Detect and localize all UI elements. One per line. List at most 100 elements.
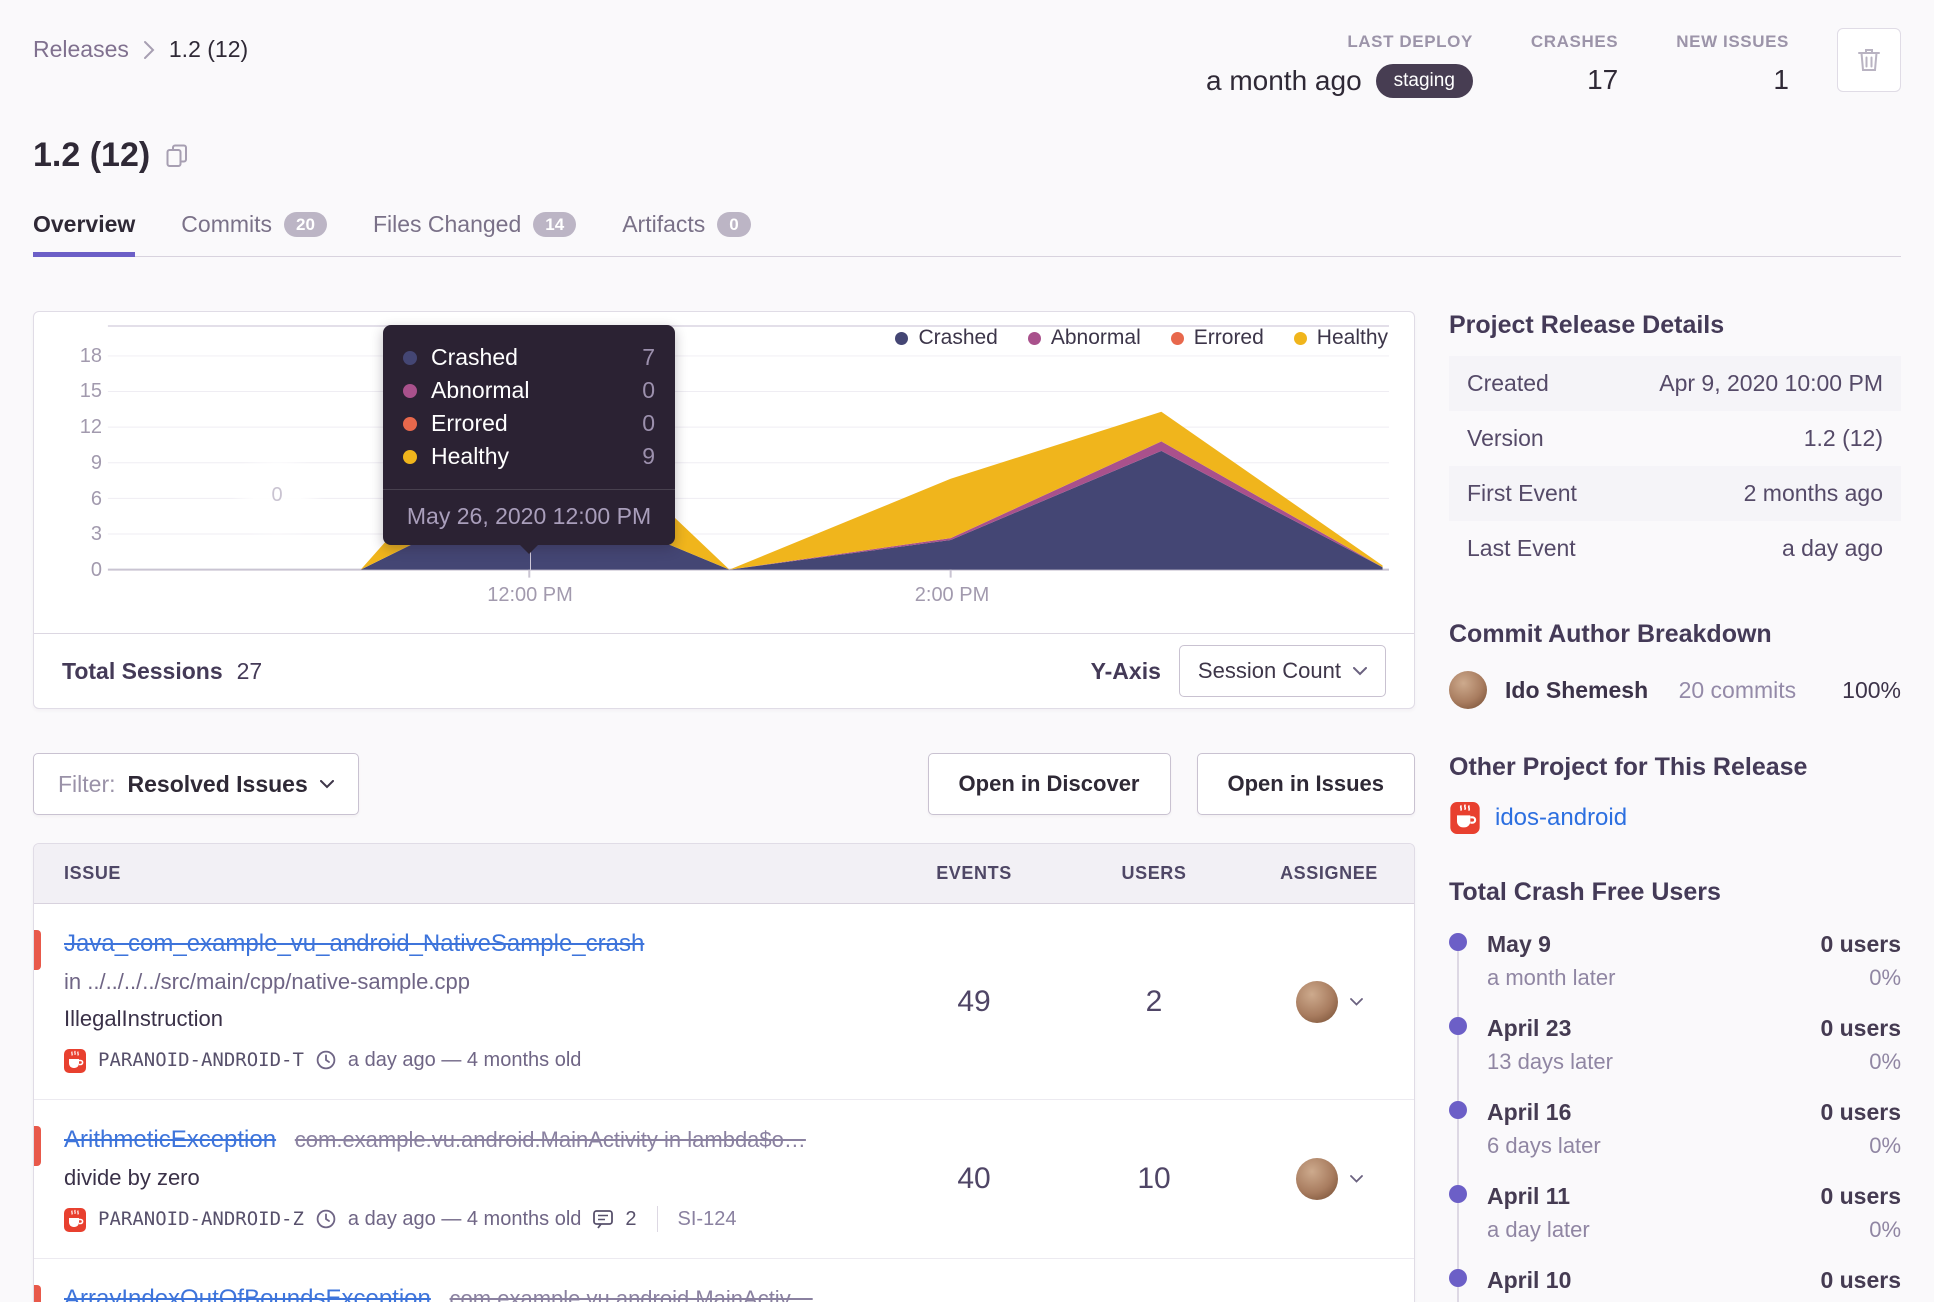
column-users: USERS [1121,863,1187,883]
tab-commits[interactable]: Commits 20 [181,211,327,256]
page-title: 1.2 (12) [33,136,151,174]
tooltip-row-abnormal: Abnormal 0 [403,374,655,407]
timeline-item: April 23 13 days later 0 users 0% [1449,1015,1901,1099]
issue-title-link[interactable]: ArrayIndexOutOfBoundsException [64,1285,431,1302]
errored-dot-icon [403,416,417,431]
last-deploy-value: a month ago [1205,65,1362,96]
issue-age: a day ago — 4 months old [347,1207,582,1230]
unresolved-level-bar [34,1285,41,1302]
issue-short-id: SI-124 [677,1207,737,1230]
environment-badge: staging [1375,64,1473,98]
breadcrumb: Releases 1.2 (12) [33,36,248,63]
abnormal-dot-icon [403,383,417,398]
section-heading: Total Crash Free Users [1449,878,1721,906]
release-sidebar: Project Release Details Created Apr 9, 2… [1449,311,1901,1302]
issue-row: Java_com_example_vu_android_NativeSample… [34,904,1414,1100]
timeline-percent: 0% [1869,965,1901,990]
open-in-discover-button[interactable]: Open in Discover [927,753,1171,815]
tab-artifacts-label: Artifacts [622,211,706,237]
timeline-date: April 11 [1487,1183,1571,1209]
yaxis-selected-value: Session Count [1197,658,1341,683]
issue-culprit-inline: com.example.vu.android.MainActivity in l… [294,1127,806,1152]
release-page: Releases 1.2 (12) LAST DEPLOY a month ag… [0,0,1934,1302]
chevron-right-icon [143,40,155,59]
timeline-item: April 11 a day later 0 users 0% [1449,1183,1901,1267]
issue-culprit-inline: com.example.vu.android.MainActiv… [449,1286,813,1302]
legend-crashed-label: Crashed [918,326,998,349]
copy-icon [166,144,188,167]
other-project-link[interactable]: idos-android [1449,802,1901,834]
timeline-date: April 16 [1487,1099,1572,1125]
page-header: Releases 1.2 (12) LAST DEPLOY a month ag… [33,0,1901,98]
total-sessions-label: Total Sessions [62,657,223,684]
section-heading: Commit Author Breakdown [1449,620,1772,648]
detail-row-version: Version 1.2 (12) [1449,411,1901,466]
detail-value: 1.2 (12) [1803,425,1883,451]
sessions-chart[interactable]: 18 15 12 9 6 3 0 12:00 PM 2:00 PM Crashe… [34,312,1414,633]
y-tick: 15 [79,380,102,402]
tab-artifacts[interactable]: Artifacts 0 [622,211,751,256]
issue-title-link[interactable]: Java_com_example_vu_android_NativeSample… [64,930,644,957]
delete-release-button[interactable] [1837,28,1901,92]
clock-icon [316,1050,336,1070]
tooltip-date: May 26, 2020 12:00 PM [383,489,675,545]
chart-tooltip: Crashed 7 Abnormal 0 Errored 0 Healthy 9… [383,325,675,545]
legend-crashed[interactable]: Crashed [895,326,998,350]
main-column: 18 15 12 9 6 3 0 12:00 PM 2:00 PM Crashe… [33,311,1415,1302]
project-slug: PARANOID-ANDROID-Z [98,1208,304,1230]
issue-users-count: 2 [1145,984,1163,1018]
copy-version-button[interactable] [166,144,188,168]
issue-events-count: 40 [957,1162,991,1195]
timeline-percent: 0% [1869,1049,1901,1074]
yaxis-select[interactable]: Session Count [1178,645,1386,697]
legend-abnormal[interactable]: Abnormal [1027,326,1141,350]
issue-message: IllegalInstruction [64,1006,223,1031]
issue-title-link[interactable]: ArithmeticException [64,1126,276,1153]
legend-errored[interactable]: Errored [1170,326,1264,350]
issues-actions-row: Filter: Resolved Issues Open in Discover… [33,753,1415,815]
crashed-dot-icon [403,350,417,365]
breadcrumb-current: 1.2 (12) [168,36,249,62]
stacked-area-chart[interactable] [34,312,1414,633]
detail-label: Last Event [1467,535,1576,561]
author-commit-count: 20 commits [1678,676,1797,703]
assignee-avatar [1295,1158,1338,1200]
section-heading: Project Release Details [1449,311,1725,339]
detail-label: Created [1467,370,1549,396]
tab-files-changed[interactable]: Files Changed 14 [372,211,577,256]
tab-overview[interactable]: Overview [33,211,136,257]
stat-last-deploy: LAST DEPLOY a month ago staging [1206,28,1473,98]
issue-row: ArithmeticException com.example.vu.andro… [34,1100,1414,1259]
breadcrumb-releases-link[interactable]: Releases [33,36,129,63]
comments-icon [593,1209,614,1229]
tooltip-errored-value: 0 [642,410,655,436]
y-tick: 18 [79,345,102,367]
author-name: Ido Shemesh [1505,676,1649,703]
issues-filter-dropdown[interactable]: Filter: Resolved Issues [33,753,359,815]
y-tick: 6 [90,488,102,510]
assignee-dropdown[interactable] [1244,1158,1414,1200]
issue-culprit: in ../../../../src/main/cpp/native-sampl… [64,969,470,994]
legend-abnormal-label: Abnormal [1050,326,1141,349]
abnormal-dot-icon [1027,331,1041,345]
chevron-down-icon [1349,997,1363,1006]
assignee-dropdown[interactable] [1244,980,1414,1023]
author-avatar [1449,671,1487,709]
chart-footer: Total Sessions 27 Y-Axis Session Count [34,633,1414,708]
java-project-icon [1450,802,1480,834]
chevron-down-icon [1349,1175,1363,1183]
legend-errored-label: Errored [1193,326,1264,349]
timeline-date: May 9 [1487,931,1551,957]
crashes-label: CRASHES [1530,32,1619,51]
column-events: EVENTS [936,863,1012,883]
filter-selected-value: Resolved Issues [127,770,308,797]
tab-commits-badge: 20 [284,212,327,237]
unresolved-level-bar [34,930,41,970]
tab-files-changed-label: Files Changed [372,211,522,237]
timeline-sub: a day later [1487,1217,1590,1242]
y-tick: 0 [90,559,102,581]
open-in-issues-button[interactable]: Open in Issues [1196,753,1415,815]
legend-healthy[interactable]: Healthy [1293,326,1388,350]
release-tabs: Overview Commits 20 Files Changed 14 Art… [33,211,1901,257]
issue-users-count: 10 [1137,1162,1171,1195]
